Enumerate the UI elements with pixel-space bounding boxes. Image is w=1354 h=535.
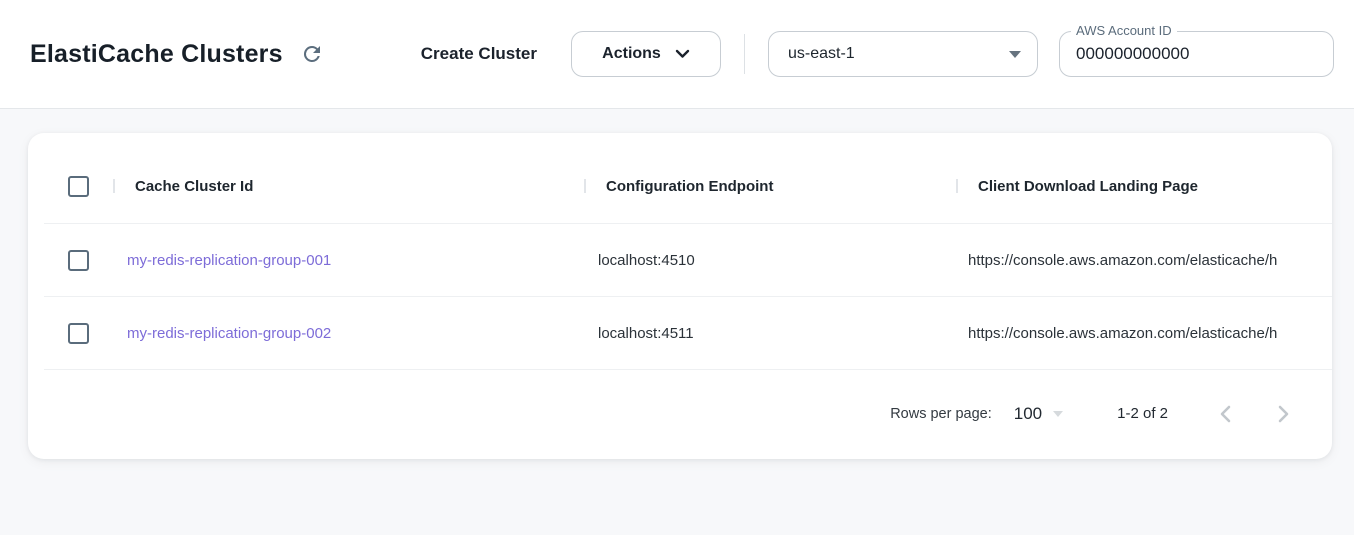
table-row: my-redis-replication-group-002 localhost… <box>44 297 1332 370</box>
table-body: my-redis-replication-group-001 localhost… <box>44 224 1332 370</box>
row-checkbox-cell <box>44 323 113 344</box>
caret-down-icon <box>1009 51 1021 58</box>
pagination-range-label: 1-2 of 2 <box>1117 405 1168 422</box>
select-all-checkbox[interactable] <box>68 176 89 197</box>
caret-down-icon <box>1053 411 1063 417</box>
header-checkbox-cell <box>44 176 113 197</box>
cache-cluster-id-link[interactable]: my-redis-replication-group-002 <box>127 325 331 342</box>
configuration-endpoint-cell: localhost:4511 <box>584 325 956 342</box>
rows-per-page-select[interactable]: 100 <box>1014 404 1063 424</box>
chevron-left-icon <box>1220 405 1231 423</box>
next-page-button[interactable] <box>1270 401 1296 427</box>
cache-cluster-id-cell: my-redis-replication-group-001 <box>113 252 584 269</box>
cache-cluster-id-cell: my-redis-replication-group-002 <box>113 325 584 342</box>
cache-cluster-id-link[interactable]: my-redis-replication-group-001 <box>127 252 331 269</box>
chevron-right-icon <box>1278 405 1289 423</box>
previous-page-button[interactable] <box>1212 401 1238 427</box>
actions-dropdown-button[interactable]: Actions <box>571 31 721 77</box>
clusters-table-card: Cache Cluster Id Configuration Endpoint … <box>28 133 1332 459</box>
table-header-row: Cache Cluster Id Configuration Endpoint … <box>44 149 1332 224</box>
aws-account-id-input[interactable] <box>1076 44 1317 64</box>
chevron-down-icon <box>675 49 690 59</box>
toolbar-divider <box>744 34 745 74</box>
page-title: ElastiCache Clusters <box>30 40 283 69</box>
actions-button-label: Actions <box>602 45 661 63</box>
table-row: my-redis-replication-group-001 localhost… <box>44 224 1332 297</box>
row-checkbox[interactable] <box>68 323 89 344</box>
create-cluster-button[interactable]: Create Cluster <box>421 44 537 64</box>
client-download-landing-page-cell: https://console.aws.amazon.com/elasticac… <box>956 325 1332 342</box>
column-header-configuration-endpoint[interactable]: Configuration Endpoint <box>584 149 956 223</box>
aws-account-id-field[interactable]: AWS Account ID <box>1059 31 1334 77</box>
rows-per-page-value: 100 <box>1014 404 1042 424</box>
table-pagination: Rows per page: 100 1-2 of 2 <box>44 370 1332 457</box>
row-checkbox[interactable] <box>68 250 89 271</box>
refresh-button[interactable] <box>298 40 326 68</box>
region-select-value: us-east-1 <box>788 45 855 63</box>
aws-account-id-label: AWS Account ID <box>1071 22 1177 40</box>
column-header-cache-cluster-id[interactable]: Cache Cluster Id <box>113 149 584 223</box>
column-header-client-download-landing-page[interactable]: Client Download Landing Page <box>956 149 1332 223</box>
refresh-icon <box>300 42 324 66</box>
row-checkbox-cell <box>44 250 113 271</box>
region-select[interactable]: us-east-1 <box>768 31 1038 77</box>
rows-per-page-label: Rows per page: <box>890 406 992 422</box>
top-toolbar: ElastiCache Clusters Create Cluster Acti… <box>0 0 1354 109</box>
client-download-landing-page-cell: https://console.aws.amazon.com/elasticac… <box>956 252 1332 269</box>
configuration-endpoint-cell: localhost:4510 <box>584 252 956 269</box>
